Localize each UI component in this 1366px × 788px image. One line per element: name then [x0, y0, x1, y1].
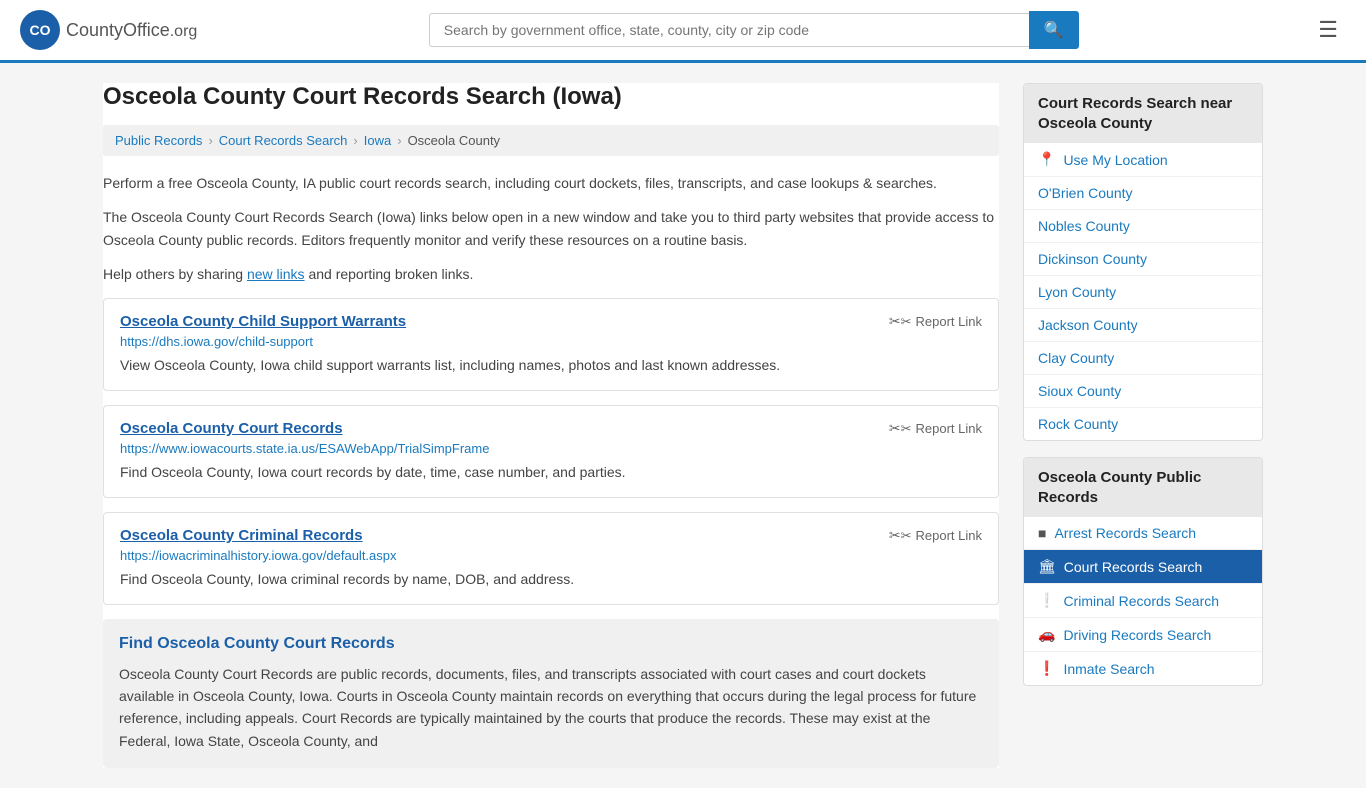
public-records-section: Osceola County Public Records ■ Arrest R…: [1023, 457, 1263, 686]
result-url-2[interactable]: https://www.iowacourts.state.ia.us/ESAWe…: [120, 441, 982, 456]
result-title-2[interactable]: Osceola County Court Records: [120, 420, 343, 437]
report-icon-3: ✂: [889, 527, 912, 544]
result-desc-1: View Osceola County, Iowa child support …: [120, 355, 982, 376]
result-desc-3: Find Osceola County, Iowa criminal recor…: [120, 569, 982, 590]
sidebar-item-dickinson[interactable]: Dickinson County: [1024, 243, 1262, 276]
court-icon: 🏛: [1038, 558, 1056, 575]
report-link-2[interactable]: ✂ Report Link: [889, 420, 982, 437]
logo-area[interactable]: CO CountyOffice.org: [20, 10, 197, 50]
sidebar-item-use-location[interactable]: 📍 Use My Location: [1024, 143, 1262, 177]
breadcrumb-public-records[interactable]: Public Records: [115, 133, 202, 148]
use-my-location-link[interactable]: Use My Location: [1063, 152, 1167, 168]
sidebar-item-clay[interactable]: Clay County: [1024, 342, 1262, 375]
criminal-icon: ❕: [1038, 592, 1055, 609]
new-links-link[interactable]: new links: [247, 266, 305, 282]
sidebar-item-rock[interactable]: Rock County: [1024, 408, 1262, 440]
dickinson-county-link[interactable]: Dickinson County: [1038, 251, 1147, 267]
arrest-records-link[interactable]: Arrest Records Search: [1054, 525, 1196, 541]
find-section: Find Osceola County Court Records Osceol…: [103, 619, 999, 769]
sidebar: Court Records Search near Osceola County…: [1023, 83, 1263, 768]
breadcrumb-current: Osceola County: [408, 133, 501, 148]
court-records-link[interactable]: Court Records Search: [1064, 559, 1203, 575]
find-section-title: Find Osceola County Court Records: [119, 635, 983, 653]
logo-text: CountyOffice.org: [66, 20, 197, 41]
result-title-3[interactable]: Osceola County Criminal Records: [120, 527, 363, 544]
clay-county-link[interactable]: Clay County: [1038, 350, 1114, 366]
logo-brand: CountyOffice: [66, 20, 170, 40]
sidebar-item-inmate[interactable]: ❗ Inmate Search: [1024, 652, 1262, 685]
svg-text:CO: CO: [30, 22, 51, 38]
search-button[interactable]: 🔍: [1029, 11, 1079, 49]
sidebar-item-sioux[interactable]: Sioux County: [1024, 375, 1262, 408]
sidebar-item-lyon[interactable]: Lyon County: [1024, 276, 1262, 309]
hamburger-icon: ☰: [1318, 17, 1338, 42]
menu-button[interactable]: ☰: [1310, 13, 1346, 47]
breadcrumb-sep-2: ›: [353, 133, 357, 148]
jackson-county-link[interactable]: Jackson County: [1038, 317, 1138, 333]
description-1: Perform a free Osceola County, IA public…: [103, 172, 999, 194]
criminal-records-link[interactable]: Criminal Records Search: [1063, 593, 1219, 609]
inmate-icon: ❗: [1038, 660, 1055, 677]
rock-county-link[interactable]: Rock County: [1038, 416, 1118, 432]
logo-tld: .org: [170, 23, 198, 40]
sidebar-item-nobles[interactable]: Nobles County: [1024, 210, 1262, 243]
breadcrumb: Public Records › Court Records Search › …: [103, 125, 999, 156]
report-link-3[interactable]: ✂ Report Link: [889, 527, 982, 544]
result-title-1[interactable]: Osceola County Child Support Warrants: [120, 313, 406, 330]
find-section-text: Osceola County Court Records are public …: [119, 663, 983, 753]
sidebar-item-driving[interactable]: 🚗 Driving Records Search: [1024, 618, 1262, 652]
arrest-icon: ■: [1038, 525, 1046, 541]
description-2: The Osceola County Court Records Search …: [103, 206, 999, 251]
sidebar-item-criminal[interactable]: ❕ Criminal Records Search: [1024, 584, 1262, 618]
search-input[interactable]: [429, 13, 1029, 47]
report-icon-1: ✂: [889, 313, 912, 330]
result-url-1[interactable]: https://dhs.iowa.gov/child-support: [120, 334, 982, 349]
driving-icon: 🚗: [1038, 626, 1055, 643]
result-desc-2: Find Osceola County, Iowa court records …: [120, 462, 982, 483]
breadcrumb-sep-1: ›: [208, 133, 212, 148]
description-3: Help others by sharing new links and rep…: [103, 263, 999, 285]
inmate-search-link[interactable]: Inmate Search: [1063, 661, 1154, 677]
breadcrumb-court-records[interactable]: Court Records Search: [219, 133, 348, 148]
driving-records-link[interactable]: Driving Records Search: [1063, 627, 1211, 643]
sidebar-item-court[interactable]: 🏛 Court Records Search: [1024, 550, 1262, 584]
sioux-county-link[interactable]: Sioux County: [1038, 383, 1121, 399]
logo-icon: CO: [20, 10, 60, 50]
obrien-county-link[interactable]: O'Brien County: [1038, 185, 1133, 201]
nobles-county-link[interactable]: Nobles County: [1038, 218, 1130, 234]
result-url-3[interactable]: https://iowacriminalhistory.iowa.gov/def…: [120, 548, 982, 563]
result-item-1: Osceola County Child Support Warrants ✂ …: [103, 298, 999, 391]
page-title: Osceola County Court Records Search (Iow…: [103, 83, 999, 111]
sidebar-item-jackson[interactable]: Jackson County: [1024, 309, 1262, 342]
lyon-county-link[interactable]: Lyon County: [1038, 284, 1116, 300]
report-icon-2: ✂: [889, 420, 912, 437]
result-item-3: Osceola County Criminal Records ✂ Report…: [103, 512, 999, 605]
location-icon: 📍: [1038, 151, 1055, 168]
public-records-header: Osceola County Public Records: [1024, 458, 1262, 517]
nearby-section: Court Records Search near Osceola County…: [1023, 83, 1263, 441]
breadcrumb-iowa[interactable]: Iowa: [364, 133, 391, 148]
breadcrumb-sep-3: ›: [397, 133, 401, 148]
sidebar-item-obrien[interactable]: O'Brien County: [1024, 177, 1262, 210]
search-icon: 🔍: [1044, 22, 1064, 39]
nearby-header: Court Records Search near Osceola County: [1024, 84, 1262, 143]
result-item-2: Osceola County Court Records ✂ Report Li…: [103, 405, 999, 498]
sidebar-item-arrest[interactable]: ■ Arrest Records Search: [1024, 517, 1262, 550]
search-bar: 🔍: [429, 11, 1079, 49]
report-link-1[interactable]: ✂ Report Link: [889, 313, 982, 330]
